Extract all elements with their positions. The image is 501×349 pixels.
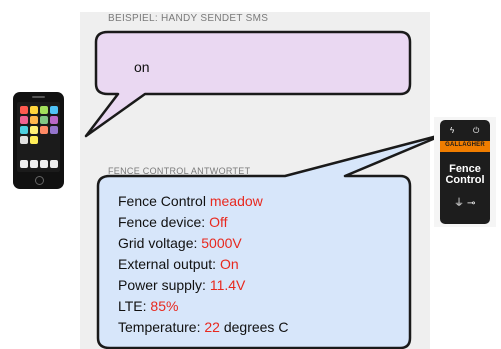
reply-line-lte: LTE: 85% [118, 298, 179, 314]
smartphone-icon [13, 92, 64, 189]
app-icon [20, 126, 28, 134]
fence-control-device: ϟ ⏻ GALLAGHER Fence Control ⏚ ⊸ [434, 117, 496, 227]
app-icon [30, 136, 38, 144]
app-icon [30, 126, 38, 134]
dock-icon [30, 160, 38, 168]
dock-icon [40, 160, 48, 168]
device-name: Fence Control [445, 163, 485, 186]
reply-line-temperature: Temperature: 22 degrees C [118, 319, 289, 335]
app-icon [20, 116, 28, 124]
phone-speaker [32, 96, 45, 98]
reply-line-fence-device: Fence device: Off [118, 214, 228, 230]
reply-line-fence-control: Fence Control meadow [118, 193, 263, 209]
app-icon [50, 106, 58, 114]
request-speech-bubble [84, 30, 412, 138]
dock-icon [20, 160, 28, 168]
lightning-icon: ϟ [450, 126, 455, 135]
reply-line-grid-voltage: Grid voltage: 5000V [118, 235, 242, 251]
reply-message: Fence Control meadow Fence device: Off G… [118, 192, 288, 339]
app-icon [50, 126, 58, 134]
app-icon [20, 136, 28, 144]
dock-icon [50, 160, 58, 168]
app-icon [20, 106, 28, 114]
phone-screen [17, 102, 60, 172]
reply-line-power-supply: Power supply: 11.4V [118, 277, 246, 293]
device-brand: GALLAGHER [445, 142, 485, 148]
connector-icon: ⊸ [467, 198, 476, 209]
app-icon [40, 106, 48, 114]
app-icon [40, 126, 48, 134]
phone-home-button [35, 176, 44, 185]
terminal-icon: ⏚ [454, 198, 464, 209]
reply-line-external-output: External output: On [118, 256, 239, 272]
app-icon [40, 116, 48, 124]
power-plug-icon: ⏻ [473, 126, 480, 135]
request-message: on [134, 59, 150, 75]
reply-section-label: FENCE CONTROL ANTWORTET [108, 166, 251, 176]
app-icon [50, 116, 58, 124]
app-icon [30, 106, 38, 114]
app-icon [30, 116, 38, 124]
device-housing: ϟ ⏻ GALLAGHER Fence Control ⏚ ⊸ [440, 120, 490, 224]
